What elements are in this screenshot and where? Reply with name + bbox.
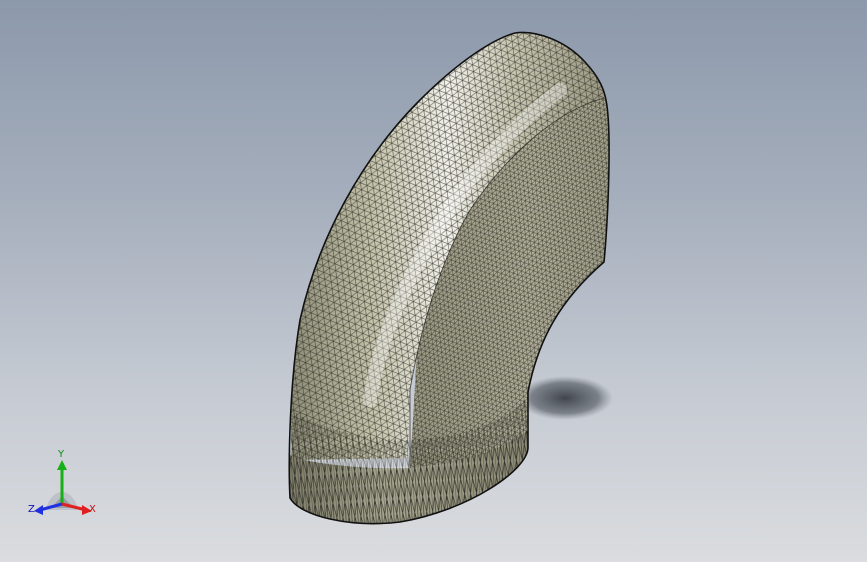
z-axis-label: Z: [28, 504, 35, 515]
elbow-pipe-model[interactable]: [0, 0, 867, 562]
model-shadow: [517, 376, 613, 420]
y-axis-label: Y: [58, 449, 65, 460]
orientation-triad[interactable]: Y X Z: [26, 446, 106, 526]
x-axis-label: X: [89, 504, 96, 515]
graphics-viewport[interactable]: Y X Z: [0, 0, 867, 562]
